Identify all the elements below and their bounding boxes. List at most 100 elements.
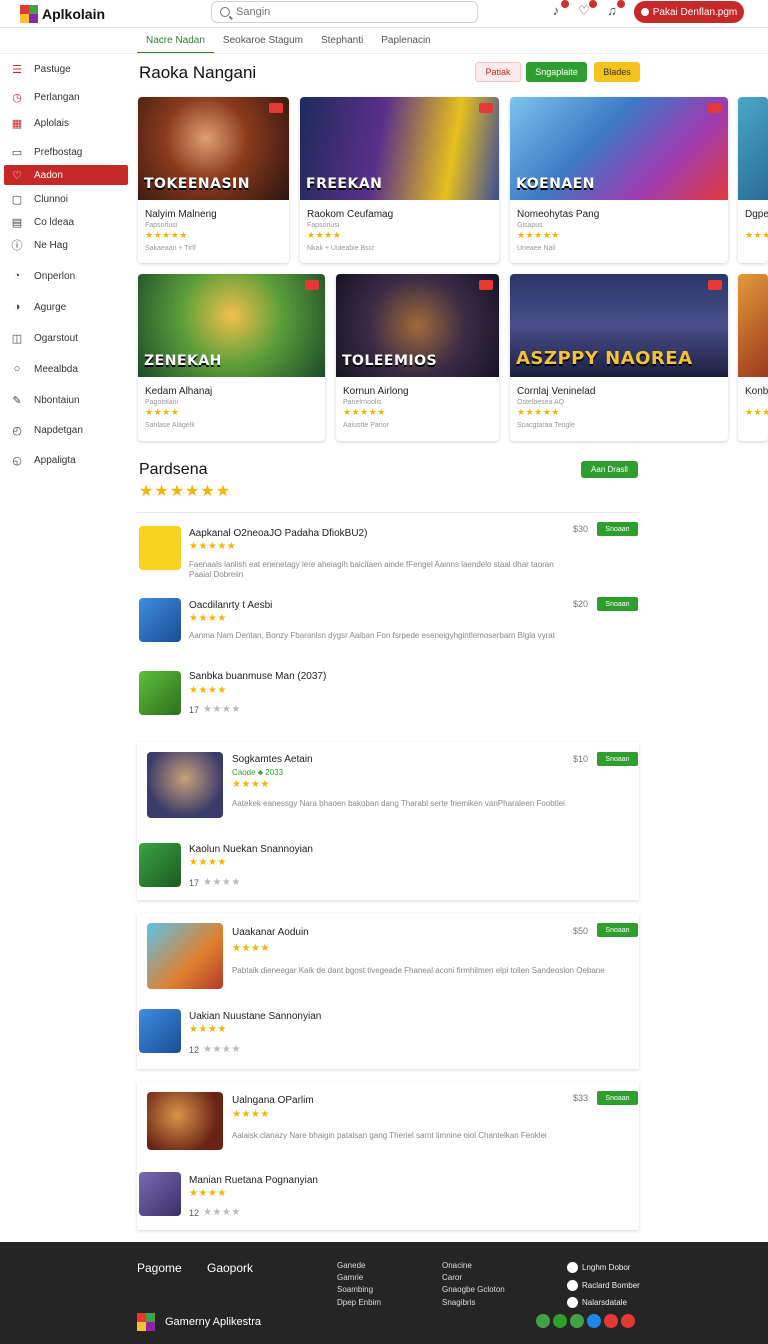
timer-icon: ◵ [12,454,22,467]
game-art [738,274,768,377]
install-button[interactable]: Snoaan [597,522,638,536]
game-card[interactable]: KOENAEN Nomeohytas Pang Gisapus ★★★★★ Un… [510,97,728,263]
sidebar-item-14[interactable]: ◵ Appaligta [0,450,130,470]
card-subtitle: Gisapus [517,222,543,229]
sidebar-item-5[interactable]: ▢ Clunnoi [0,189,130,209]
rating-stars: ★★★★ [232,943,270,954]
rating-stars: ★★★★★ [517,230,560,240]
game-card[interactable]: ZENEKAH Kedam Alhanaj Pagotolani ★★★★ Sa… [138,274,325,441]
tab-0[interactable]: Nacre Nadan [137,30,214,54]
sidebar-item-8[interactable]: ◔ Onperlon [0,266,130,286]
youtube-icon[interactable] [604,1314,618,1328]
social-icon [567,1297,578,1308]
list-icon: ▤ [11,216,23,229]
footer-link[interactable]: Snagibris [442,1298,475,1307]
card-title: Dgpe [745,209,768,220]
heart-icon[interactable]: ♡ [576,0,597,19]
footer-link[interactable]: Soambing [337,1285,373,1294]
bell-icon[interactable]: ♪ [548,0,569,19]
footer-link[interactable]: Onacine [442,1261,472,1270]
badge-icon [269,103,283,113]
badge-icon [708,280,722,290]
game-card[interactable]: ASZPPY NAOREA Cornlaj Veninelad Ostelbes… [510,274,728,441]
rating-stars: ★★★ [745,230,768,240]
sidebar-item-label: Pastuge [34,63,71,75]
store-icon[interactable] [570,1314,584,1328]
game-art [738,97,768,200]
logo[interactable]: Aplkolain [20,4,210,23]
footer-brand-text: Gamerny Aplikestra [165,1316,261,1328]
sidebar-item-label: Ogarstout [34,332,78,344]
sidebar-item-6[interactable]: ▤ Co ldeaa [0,212,130,232]
sidebar-item-3[interactable]: ▭ Prefbostag [0,142,130,162]
filter-button-2[interactable]: Blades [594,62,640,82]
app-list-group: Uaakanar Aoduin ★★★★ Pabtalk dieneegar K… [137,913,639,1069]
footer-link[interactable]: Gamrie [337,1273,363,1282]
sidebar-item-7[interactable]: ⓘ Ne Hag [0,235,130,255]
footer-link[interactable]: Ganede [337,1261,365,1270]
share-icon[interactable] [587,1314,601,1328]
android-icon[interactable] [536,1314,550,1328]
section-title: Pardsena [139,461,208,478]
app-title: Sogkamtes Aetain [232,754,313,765]
social-link[interactable]: Nalarsdatale [567,1297,627,1308]
search-input[interactable] [236,6,456,18]
section-button[interactable]: Aan Drasll [581,461,638,478]
sidebar-item-10[interactable]: ◫ Ogarstout [0,328,130,348]
game-card[interactable]: FREEKAN Raokom Ceufamag Fapsoriusi ★★★★ … [300,97,499,263]
footer-link[interactable]: Dpep Enbim [337,1298,381,1307]
signin-button[interactable]: Pakai Denflan.pgm [634,1,744,23]
play-icon[interactable] [553,1314,567,1328]
install-button[interactable]: Snoaan [597,597,638,611]
search-box[interactable] [211,1,478,23]
rating-stars: ★★★★ [189,1024,227,1035]
card-title: Konb [745,386,768,397]
game-art: TOKEENASIN [138,97,289,200]
sidebar-item-12[interactable]: ✎ Nbontaiun [0,390,130,410]
footer-heading-1[interactable]: Pagome [137,1261,182,1275]
logo-cube-icon [137,1313,155,1331]
install-button[interactable]: Snoaan [597,923,638,937]
card-meta: Sanlase Alagelk [145,422,195,429]
art-text: ZENEKAH [144,353,222,369]
game-card[interactable]: Konb ★★★ [738,274,768,441]
social-link[interactable]: Raclard Bomber [567,1280,640,1291]
install-button[interactable]: Snoaan [597,752,638,766]
footer-heading-2[interactable]: Gaopork [207,1261,253,1275]
history-icon: ◴ [12,424,22,437]
game-card[interactable]: TOKEENASIN Nalyim Malneng Fapsoriusi ★★★… [138,97,289,263]
rank-stars: ★★★★ [203,1044,241,1055]
sidebar-item-11[interactable]: ○ Meealbda [0,359,130,379]
sidebar-item-0[interactable]: ☰ Pastuge [0,59,130,79]
social-label: Lnghm Dobor [582,1263,631,1272]
badge-icon [479,103,493,113]
install-button[interactable]: Snoaan [597,1091,638,1105]
card-meta: Scacgtaraa Tengle [517,422,575,429]
sidebar-item-2[interactable]: ▦ Aplolais [0,113,130,133]
logo-cube-icon [20,4,38,23]
sidebar-item-13[interactable]: ◴ Napdetgan [0,420,130,440]
notification-icon[interactable]: ♫ [604,0,625,19]
filter-button-0[interactable]: Patiak [475,62,521,82]
tab-3[interactable]: Paplenacin [372,30,439,54]
footer-link[interactable]: Caror [442,1273,462,1282]
art-text: TOLEEMIOS [342,353,438,369]
tab-1[interactable]: Seokaroe Stagum [214,30,312,54]
rating-stars: ★★★ [745,407,768,417]
footer-brand[interactable]: Gamerny Aplikestra [137,1313,261,1331]
filter-button-1[interactable]: Sngaplaite [526,62,587,82]
video-icon[interactable] [621,1314,635,1328]
social-link[interactable]: Lnghm Dobor [567,1262,630,1273]
app-icon [139,843,181,887]
tab-2[interactable]: Stephanti [312,30,372,54]
card-title: Raokom Ceufamag [307,209,394,220]
game-card[interactable]: TOLEEMIOS Kornun Airlong Panelrnoolis ★★… [336,274,499,441]
user-icon [640,8,649,16]
app-price: $50 [572,926,588,936]
footer-link[interactable]: Gnaogbe Gcloton [442,1285,505,1294]
game-card[interactable]: Dgpe ★★★ [738,97,768,263]
sidebar-item-9[interactable]: ◑ Agurge [0,297,130,317]
sidebar-item-1[interactable]: ◷ Perlangan [0,87,130,107]
sidebar-item-4[interactable]: ♡ Aadon [4,165,128,185]
game-art: ZENEKAH [138,274,325,377]
